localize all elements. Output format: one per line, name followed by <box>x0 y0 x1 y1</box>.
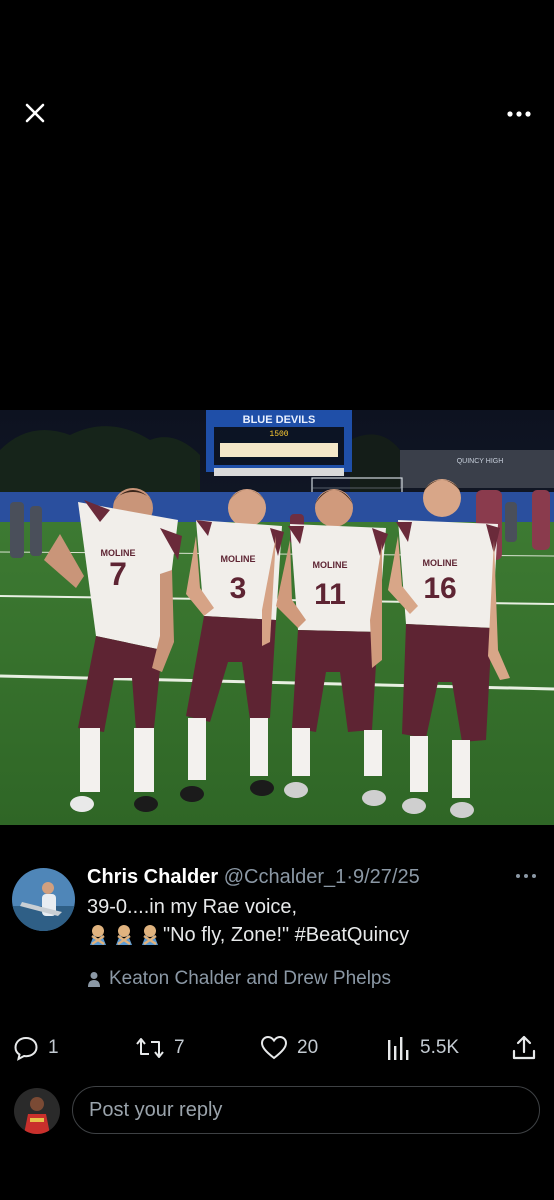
emoji-group <box>87 923 161 945</box>
person-icon <box>88 972 100 987</box>
fishing-photo-avatar <box>12 868 75 931</box>
post-photo[interactable]: BLUE DEVILS 1500 QUINCY HIGH 7 MOLINE 3 … <box>0 410 554 825</box>
jersey-team-label: MOLINE <box>423 558 458 568</box>
more-horizontal-icon <box>507 111 531 117</box>
user-avatar-image <box>14 1088 60 1134</box>
stadium-banner: QUINCY HIGH <box>457 458 504 465</box>
post-text-line-2: "No fly, Zone!" #BeatQuincy <box>87 923 409 947</box>
separator-dot: · <box>346 866 353 888</box>
share-button[interactable] <box>510 1034 538 1062</box>
analytics-bars-icon <box>388 1037 409 1060</box>
reply-composer <box>0 1086 554 1138</box>
post-header: Chris Chalder @Cchalder_1·9/27/25 <box>87 866 420 889</box>
view-count: 5.5K <box>420 1037 460 1058</box>
close-icon <box>25 103 45 123</box>
reply-input[interactable] <box>72 1086 540 1134</box>
jersey-number-7: 7 <box>109 556 127 592</box>
close-button[interactable] <box>18 96 52 130</box>
jersey-number-11: 11 <box>314 578 346 611</box>
post-text-line-2-text: "No fly, Zone!" #BeatQuincy <box>163 924 410 946</box>
football-team-photo: BLUE DEVILS 1500 QUINCY HIGH 7 MOLINE 3 … <box>0 410 554 825</box>
post-more-button[interactable] <box>512 866 540 886</box>
jersey-number-3: 3 <box>230 572 247 605</box>
like-count: 20 <box>297 1037 319 1058</box>
jersey-team-label: MOLINE <box>313 560 348 570</box>
views-button[interactable]: 5.5K <box>386 1034 459 1062</box>
post-date[interactable]: 9/27/25 <box>353 866 420 888</box>
reply-count: 1 <box>48 1037 59 1058</box>
more-horizontal-icon <box>516 874 536 878</box>
current-user-avatar[interactable] <box>14 1088 60 1134</box>
author-handle[interactable]: @Cchalder_1 <box>224 866 347 888</box>
scoreboard-clock: 1500 <box>269 430 288 439</box>
more-options-button[interactable] <box>502 100 536 128</box>
tagged-people[interactable]: Keaton Chalder and Drew Phelps <box>87 968 391 990</box>
heart-icon <box>260 1035 288 1060</box>
author-name[interactable]: Chris Chalder <box>87 866 218 888</box>
tagged-people-label: Keaton Chalder and Drew Phelps <box>109 968 392 989</box>
repost-count: 7 <box>174 1037 185 1058</box>
post-actions: 1 7 20 5.5K <box>0 1030 554 1066</box>
person-gesturing-no-icon <box>90 925 106 945</box>
reply-button[interactable]: 1 <box>12 1034 59 1062</box>
like-button[interactable]: 20 <box>259 1034 318 1062</box>
scoreboard-heading: BLUE DEVILS <box>243 414 316 426</box>
repost-icon <box>136 1038 164 1058</box>
post-text-line-1: 39-0....in my Rae voice, <box>87 896 298 918</box>
jersey-team-label: MOLINE <box>221 554 256 564</box>
reply-icon <box>14 1036 38 1061</box>
jersey-team-label: MOLINE <box>101 548 136 558</box>
jersey-number-16: 16 <box>423 572 456 605</box>
author-avatar[interactable] <box>12 868 75 931</box>
repost-button[interactable]: 7 <box>134 1034 185 1062</box>
person-gesturing-no-icon <box>116 925 132 945</box>
media-viewer-top-bar <box>0 0 554 160</box>
person-gesturing-no-icon <box>142 925 158 945</box>
share-icon <box>512 1035 536 1060</box>
